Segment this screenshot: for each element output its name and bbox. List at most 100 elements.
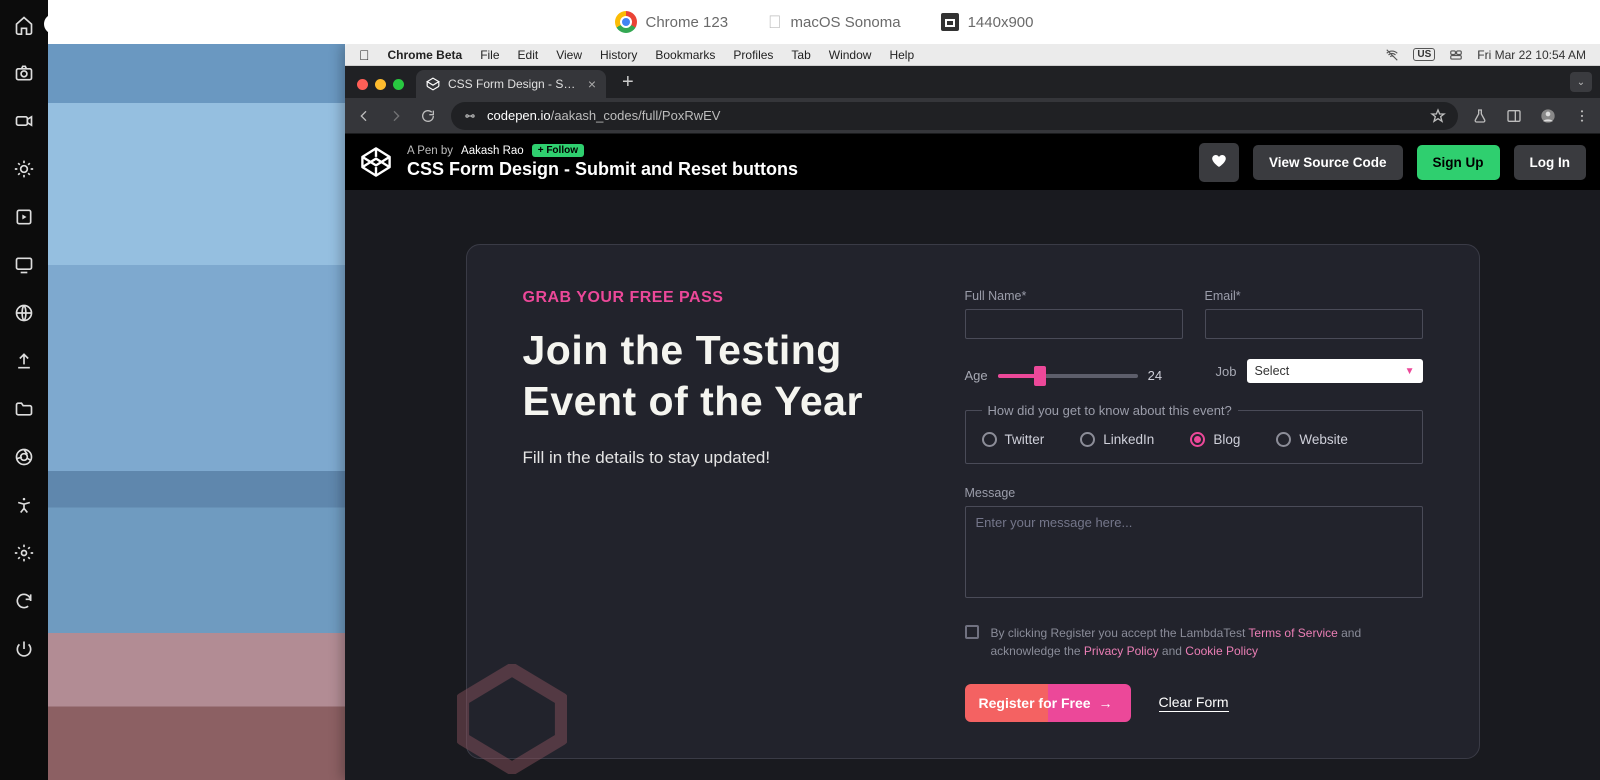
menu-file[interactable]: File	[480, 48, 499, 62]
radio-twitter[interactable]: Twitter	[982, 432, 1045, 447]
tab-title: CSS Form Design - Submit a	[448, 77, 576, 91]
menu-view[interactable]: View	[556, 48, 582, 62]
menu-bookmarks[interactable]: Bookmarks	[655, 48, 715, 62]
menu-tab[interactable]: Tab	[791, 48, 810, 62]
folder-icon[interactable]	[13, 398, 35, 420]
age-slider[interactable]	[998, 374, 1138, 378]
terms-checkbox[interactable]	[965, 625, 979, 639]
cast-icon[interactable]	[13, 254, 35, 276]
terms-cookie-link[interactable]: Cookie Policy	[1185, 644, 1258, 658]
mac-menubar:  Chrome Beta File Edit View History Boo…	[345, 44, 1600, 66]
age-slider-thumb[interactable]	[1034, 366, 1046, 386]
globe-icon[interactable]	[13, 302, 35, 324]
chrome-logo-icon	[615, 11, 637, 33]
address-bar[interactable]: codepen.io/aakash_codes/full/PoxRwEV	[451, 102, 1458, 130]
window-controls	[355, 79, 410, 98]
close-window-icon[interactable]	[357, 79, 368, 90]
like-button[interactable]	[1199, 143, 1239, 182]
host-metabar: Chrome 123  macOS Sonoma 1440x900	[48, 0, 1600, 44]
menu-edit[interactable]: Edit	[518, 48, 539, 62]
job-label: Job	[1216, 364, 1237, 379]
chrome-tabstrip: CSS Form Design - Submit a × + ⌄	[345, 66, 1600, 98]
form-subheading: Fill in the details to stay updated!	[523, 448, 933, 468]
form-eyebrow: GRAB YOUR FREE PASS	[523, 289, 933, 307]
wifi-off-icon[interactable]	[1385, 48, 1399, 62]
labs-icon[interactable]	[1472, 108, 1488, 124]
arrow-right-icon: →	[1099, 695, 1113, 711]
control-center-icon[interactable]	[1449, 48, 1463, 62]
new-tab-button[interactable]: +	[612, 72, 640, 98]
reload-button[interactable]	[419, 107, 437, 125]
settings-icon[interactable]	[13, 542, 35, 564]
message-label: Message	[965, 486, 1423, 500]
job-select[interactable]: Select ▼	[1247, 359, 1423, 383]
age-value: 24	[1148, 368, 1162, 383]
radio-blog[interactable]: Blog	[1190, 432, 1240, 447]
terms-privacy-link[interactable]: Privacy Policy	[1084, 644, 1159, 658]
fullname-input[interactable]	[965, 309, 1183, 339]
site-info-icon[interactable]	[463, 109, 477, 123]
terms-row: By clicking Register you accept the Lamb…	[965, 624, 1423, 660]
apple-mini-icon: 	[768, 12, 782, 33]
clear-form-link[interactable]: Clear Form	[1159, 694, 1229, 712]
home-icon[interactable]	[13, 14, 35, 36]
side-panel-icon[interactable]	[1506, 108, 1522, 124]
menu-profiles[interactable]: Profiles	[733, 48, 773, 62]
input-lang[interactable]: US	[1413, 48, 1435, 61]
age-label: Age	[965, 368, 988, 383]
power-icon[interactable]	[13, 638, 35, 660]
kebab-menu-icon[interactable]	[1574, 108, 1590, 124]
upload-icon[interactable]	[13, 350, 35, 372]
extension-icon[interactable]	[13, 206, 35, 228]
follow-button[interactable]: + Follow	[532, 144, 584, 157]
profile-icon[interactable]	[1540, 108, 1556, 124]
zoom-window-icon[interactable]	[393, 79, 404, 90]
menu-help[interactable]: Help	[889, 48, 914, 62]
forward-button[interactable]	[387, 107, 405, 125]
menubar-clock[interactable]: Fri Mar 22 10:54 AM	[1477, 48, 1586, 62]
login-button[interactable]: Log In	[1514, 145, 1587, 180]
browser-tab[interactable]: CSS Form Design - Submit a ×	[416, 70, 606, 98]
referral-fieldset: How did you get to know about this event…	[965, 403, 1423, 464]
codepen-header: A Pen by Aakash Rao + Follow CSS Form De…	[345, 134, 1600, 190]
view-source-button[interactable]: View Source Code	[1253, 145, 1403, 180]
bookmark-star-icon[interactable]	[1430, 108, 1446, 124]
radio-linkedin[interactable]: LinkedIn	[1080, 432, 1154, 447]
chrome-icon[interactable]	[13, 446, 35, 468]
referral-legend: How did you get to know about this event…	[982, 403, 1238, 418]
camera-icon[interactable]	[13, 62, 35, 84]
main-area: Chrome 123  macOS Sonoma 1440x900  Chr…	[48, 0, 1600, 780]
terms-text-1: By clicking Register you accept the Lamb…	[991, 626, 1249, 640]
accessibility-icon[interactable]	[13, 494, 35, 516]
pen-title: CSS Form Design - Submit and Reset butto…	[407, 159, 798, 180]
minimize-window-icon[interactable]	[375, 79, 386, 90]
message-input[interactable]	[965, 506, 1423, 598]
apple-menu-icon[interactable]: 	[359, 47, 370, 63]
form-heading: Join the Testing Event of the Year	[523, 325, 933, 428]
sync-icon[interactable]	[13, 590, 35, 612]
video-icon[interactable]	[13, 110, 35, 132]
pen-author-link[interactable]: Aakash Rao	[461, 145, 524, 157]
email-input[interactable]	[1205, 309, 1423, 339]
bug-icon[interactable]	[13, 158, 35, 180]
resolution-icon	[941, 13, 959, 31]
job-select-value: Select	[1255, 364, 1290, 378]
terms-tos-link[interactable]: Terms of Service	[1248, 626, 1337, 640]
back-button[interactable]	[355, 107, 373, 125]
signup-button[interactable]: Sign Up	[1417, 145, 1500, 180]
app-name[interactable]: Chrome Beta	[388, 48, 463, 62]
codepen-logo-icon[interactable]	[359, 145, 393, 179]
email-label: Email*	[1205, 289, 1423, 303]
radio-website[interactable]: Website	[1276, 432, 1348, 447]
register-button[interactable]: Register for Free →	[965, 684, 1131, 722]
terms-text-3: and	[1159, 644, 1186, 658]
tab-overflow-icon[interactable]: ⌄	[1570, 72, 1592, 92]
chrome-version: Chrome 123	[615, 11, 729, 33]
resolution-block: 1440x900	[941, 13, 1034, 31]
tab-close-icon[interactable]: ×	[588, 76, 596, 92]
menu-history[interactable]: History	[600, 48, 637, 62]
chrome-toolbar: codepen.io/aakash_codes/full/PoxRwEV	[345, 98, 1600, 134]
menu-window[interactable]: Window	[829, 48, 872, 62]
form-card: GRAB YOUR FREE PASS Join the Testing Eve…	[466, 244, 1480, 759]
resolution-label: 1440x900	[968, 14, 1034, 31]
